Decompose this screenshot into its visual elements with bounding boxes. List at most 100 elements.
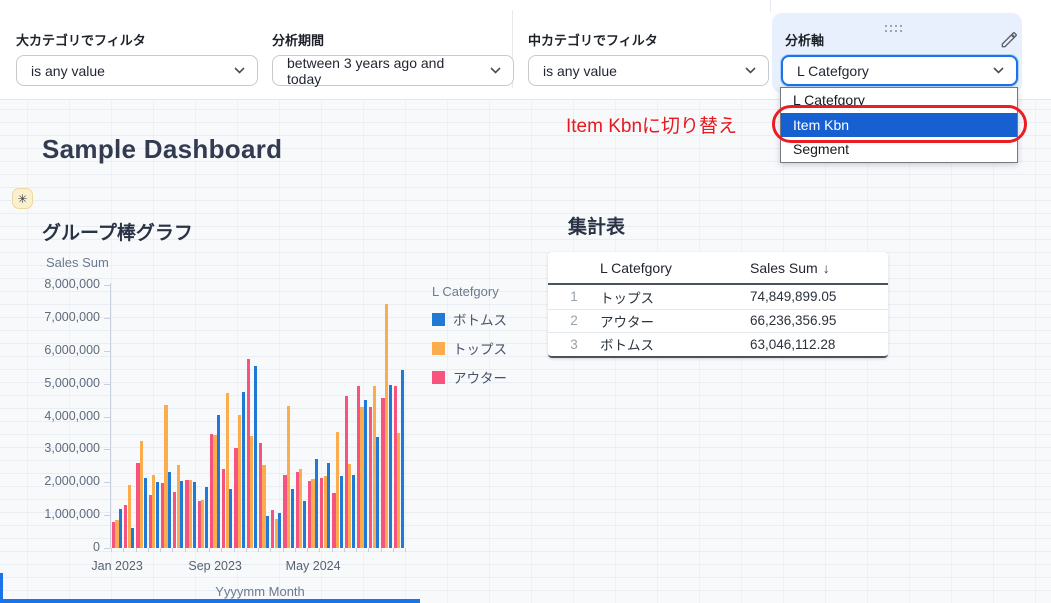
row-value: 74,849,899.05 [750,289,888,304]
bar[interactable] [144,478,147,548]
y-tick-label: 5,000,000 [8,376,100,390]
y-tick-mark [104,482,110,483]
x-tick-mark [270,548,271,552]
bar[interactable] [205,487,208,548]
bar[interactable] [254,366,257,548]
chevron-down-icon [745,67,756,74]
sort-desc-icon: ↓ [823,260,830,276]
select-value: between 3 years ago and today [287,55,482,87]
table-row[interactable]: 2アウター66,236,356.95 [548,309,888,333]
bar[interactable] [242,392,245,548]
bar[interactable] [315,459,318,548]
x-tick-mark [405,548,406,552]
y-tick-mark [104,449,110,450]
table-row[interactable]: 3ボトムス63,046,112.28 [548,332,888,356]
legend-title: L Catefgory [432,284,507,299]
bar[interactable] [193,482,196,548]
table-header-row: L Catefgory Sales Sum↓ [548,252,888,285]
y-tick-label: 4,000,000 [8,409,100,423]
x-tick-mark [185,548,186,552]
x-tick-mark [234,548,235,552]
x-tick-mark [258,548,259,552]
page-title: Sample Dashboard [42,134,282,165]
x-tick-mark [136,548,137,552]
chevron-down-icon [490,67,501,74]
edit-pencil-icon[interactable] [999,30,1019,50]
bar[interactable] [376,437,379,548]
bar[interactable] [340,476,343,548]
y-tick-label: 2,000,000 [8,474,100,488]
x-tick-label: Sep 2023 [173,559,257,573]
row-category: トップス [600,287,750,307]
bar[interactable] [352,475,355,548]
bar[interactable] [266,516,269,548]
value-column-header[interactable]: Sales Sum↓ [750,260,888,276]
table-row[interactable]: 1トップス74,849,899.05 [548,285,888,309]
select-value: is any value [31,63,105,79]
legend-item[interactable]: トップス [432,338,507,358]
x-tick-mark [283,548,284,552]
bar[interactable] [389,385,392,548]
drag-handle-icon[interactable] [884,24,903,33]
chart-plot [111,285,407,548]
y-tick-mark [104,515,110,516]
asterisk-badge-icon[interactable]: ✳ [12,188,33,209]
x-tick-mark [356,548,357,552]
mid-category-filter-select[interactable]: is any value [528,55,769,86]
bar[interactable] [327,463,330,548]
dashboard-screen: 大カテゴリでフィルタ 分析期間 中カテゴリでフィルタ 分析軸 is any va… [0,0,1051,603]
legend-label: トップス [453,338,507,358]
y-tick-label: 1,000,000 [8,507,100,521]
axis-dropdown-menu: L CatefgoryItem KbnSegment [780,87,1018,163]
legend-item[interactable]: ボトムス [432,309,507,329]
filter-bar: 大カテゴリでフィルタ 分析期間 中カテゴリでフィルタ 分析軸 is any va… [0,0,1051,100]
legend-item[interactable]: アウター [432,367,507,387]
bar[interactable] [401,370,404,548]
tile-selection-border-left [0,573,3,603]
analysis-axis-select[interactable]: L Catefgory [781,55,1018,86]
bar[interactable] [156,482,159,548]
filter-label-period: 分析期間 [272,30,324,49]
table-title: 集計表 [568,212,625,239]
y-tick-mark [104,417,110,418]
legend-swatch-icon [432,313,445,326]
y-tick-label: 0 [8,540,100,554]
bar[interactable] [217,415,220,548]
menu-item-item-kbn[interactable]: Item Kbn [781,113,1017,138]
bar[interactable] [291,489,294,549]
menu-item-l-catefgory[interactable]: L Catefgory [781,88,1017,113]
bar[interactable] [303,501,306,548]
select-value: L Catefgory [797,63,869,79]
row-rank: 3 [548,337,600,352]
legend-swatch-icon [432,342,445,355]
menu-item-segment[interactable]: Segment [781,137,1017,162]
select-value: is any value [543,63,617,79]
filter-separator [770,0,771,12]
y-tick-mark [104,384,110,385]
bar[interactable] [229,489,232,548]
legend-label: アウター [453,367,507,387]
x-tick-mark [307,548,308,552]
legend-swatch-icon [432,371,445,384]
x-tick-mark [319,548,320,552]
bar[interactable] [119,509,122,548]
bar[interactable] [278,513,281,548]
bar[interactable] [364,400,367,548]
annotation-text: Item Kbnに切り替え [566,111,748,138]
bar[interactable] [180,481,183,548]
x-tick-mark [393,548,394,552]
x-tick-label: Jan 2023 [75,559,159,573]
x-tick-mark [246,548,247,552]
bar[interactable] [168,472,171,548]
period-filter-select[interactable]: between 3 years ago and today [272,55,514,86]
large-category-filter-select[interactable]: is any value [16,55,258,86]
x-axis-title: Yyyymm Month [175,584,345,599]
x-tick-mark [111,548,112,552]
y-tick-mark [104,548,110,549]
chart-title: グループ棒グラフ [42,218,193,245]
bar[interactable] [131,528,134,548]
x-tick-mark [295,548,296,552]
filter-label-large-category: 大カテゴリでフィルタ [16,30,146,49]
summary-table: L Catefgory Sales Sum↓ 1トップス74,849,899.0… [548,252,888,358]
category-column-header[interactable]: L Catefgory [600,260,750,276]
